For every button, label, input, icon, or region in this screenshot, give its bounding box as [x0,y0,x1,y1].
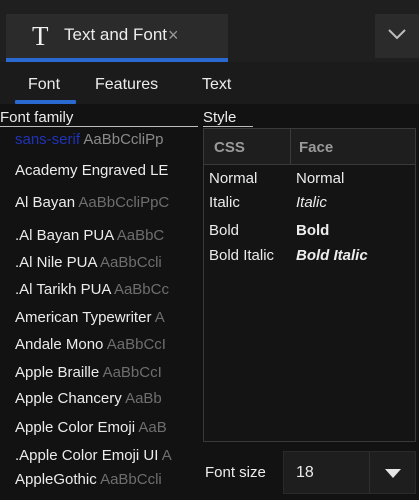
font-size-dropdown-button[interactable] [370,452,416,493]
font-size-combobox [283,451,416,494]
tab-title: Text and Font [64,25,168,44]
style-label: Style [203,109,237,126]
close-icon[interactable]: × [168,25,179,45]
active-tab-indicator [15,100,76,104]
tab-features[interactable]: Features [95,75,158,95]
window-menu-button[interactable] [375,14,419,58]
column-separator [290,129,291,165]
font-item[interactable]: AppleGothic AaBbCcli [15,468,162,492]
text-T-icon: T [32,21,49,51]
font-size-label: Font size [205,464,266,481]
chevron-down-icon [388,29,406,40]
font-item[interactable]: Apple Braille AaBbCcI [15,361,162,385]
tab-font[interactable]: Font [28,75,60,95]
style-row-bold-italic[interactable]: Bold Italic Bold Italic [204,244,415,268]
title-bar: T Text and Font × [0,0,419,62]
caret-down-icon [385,469,401,478]
font-item-sans-serif[interactable]: sans-serif AaBbCcliPp [15,128,163,152]
style-table-header: CSS Face [204,129,415,165]
style-row-normal[interactable]: Normal Normal [204,167,415,191]
font-family-list[interactable]: sans-serif AaBbCcliPp Academy Engraved L… [0,128,196,500]
font-item[interactable]: Apple Color Emoji AaB [15,416,167,440]
font-family-divider [0,126,198,127]
column-header-css[interactable]: CSS [214,139,245,157]
font-item[interactable]: Academy Engraved LE [15,159,168,183]
font-item[interactable]: .Apple Color Emoji UI A [15,444,172,468]
font-item[interactable]: .Al Bayan PUA AaBbC [15,224,164,248]
font-size-input[interactable] [284,452,369,493]
style-divider [203,126,253,127]
font-item[interactable]: Andale Mono AaBbCcI [15,333,166,357]
font-item[interactable]: .Al Tarikh PUA AaBbCc [15,278,169,302]
font-family-label: Font family [0,109,74,126]
font-item[interactable]: Apple Chancery AaBb [15,387,162,411]
subtab-bar: Font Features Text [0,62,419,104]
style-row-italic[interactable]: Italic Italic [204,191,415,215]
text-and-font-tab[interactable]: T Text and Font × [6,14,228,62]
column-header-face[interactable]: Face [299,139,333,157]
font-item[interactable]: American Typewriter A [15,306,165,330]
font-item[interactable]: .Al Nile PUA AaBbCcli [15,251,162,275]
style-table: CSS Face Normal Normal Italic Italic Bol… [203,128,416,442]
tab-text[interactable]: Text [202,75,231,95]
font-item[interactable]: Al Bayan AaBbCcliPpC [15,191,169,215]
style-row-bold[interactable]: Bold Bold [204,219,415,243]
